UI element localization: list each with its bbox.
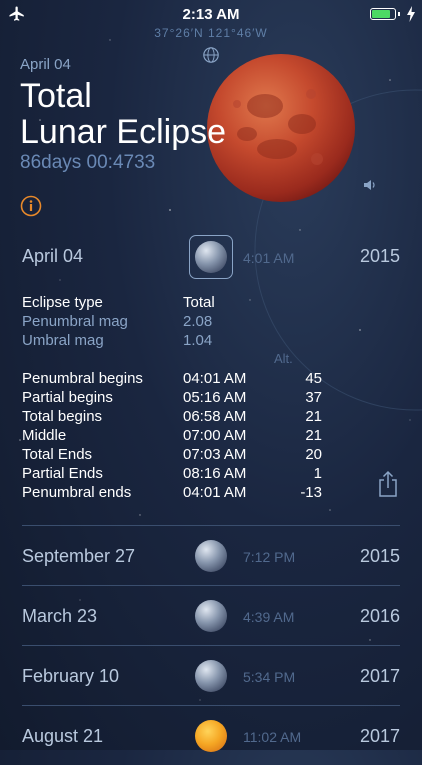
phase-row: Partial Ends 08:16 AM 1 (22, 465, 322, 482)
eclipse-title: Total Lunar Eclipse (20, 78, 226, 150)
list-item[interactable]: September 27 7:12 PM 2015 (22, 525, 400, 585)
list-item-date: September 27 (22, 546, 136, 566)
selected-year: 2015 (359, 246, 400, 266)
detail-eclipse-type: Eclipse type Total (22, 294, 215, 311)
speaker-icon[interactable] (362, 177, 378, 193)
phase-row: Middle 07:00 AM 21 (22, 427, 322, 444)
battery-icon (370, 8, 396, 20)
phase-row: Partial begins 05:16 AM 37 (22, 389, 322, 406)
status-bar: 2:13 AM (0, 0, 422, 28)
phase-row: Total Ends 07:03 AM 20 (22, 446, 322, 463)
list-item-time: 5:34 PM (243, 669, 296, 685)
detail-umbral-mag: Umbral mag 1.04 (22, 332, 213, 349)
list-item-date: March 23 (22, 606, 98, 626)
phase-table: Penumbral begins 04:01 AM 45 Partial beg… (22, 370, 402, 503)
list-item-date: August 21 (22, 726, 104, 746)
moon-icon (195, 540, 227, 572)
list-item[interactable]: March 23 4:39 AM 2016 (22, 585, 400, 645)
phase-row: Total begins 06:58 AM 21 (22, 408, 322, 425)
moon-icon (195, 241, 227, 273)
selected-date: April 04 (22, 246, 84, 266)
list-item[interactable]: February 10 5:34 PM 2017 (22, 645, 400, 705)
sun-icon (195, 720, 227, 752)
title-line-2: Lunar Eclipse (20, 113, 227, 151)
list-item-year: 2015 (359, 546, 400, 566)
eclipse-details: Eclipse type Total Penumbral mag 2.08 Um… (22, 294, 402, 503)
list-item-date: February 10 (22, 666, 120, 686)
eclipse-list: September 27 7:12 PM 2015 March 23 4:39 … (0, 525, 422, 765)
list-item-year: 2016 (359, 606, 400, 626)
countdown-timer: 86days 00:4733 (20, 152, 156, 173)
list-item[interactable]: August 21 11:02 AM 2017 (22, 705, 400, 765)
eclipse-date: April 04 (20, 56, 71, 73)
list-item-year: 2017 (359, 666, 400, 686)
phase-row: Penumbral ends 04:01 AM -13 (22, 484, 322, 501)
selected-moon-frame (189, 235, 233, 279)
selected-time: 4:01 AM (243, 250, 295, 266)
moon-icon (195, 660, 227, 692)
list-item-time: 11:02 AM (243, 729, 302, 745)
selected-eclipse-row[interactable]: April 04 4:01 AM 2015 (0, 232, 422, 282)
title-line-1: Total (20, 77, 92, 115)
list-item-year: 2017 (359, 726, 400, 746)
info-icon[interactable] (20, 195, 42, 217)
detail-penumbral-mag: Penumbral mag 2.08 (22, 313, 213, 330)
location-coordinates: 37°26′N 121°46′W (154, 26, 268, 40)
status-time: 2:13 AM (182, 6, 240, 23)
phase-row: Penumbral begins 04:01 AM 45 (22, 370, 322, 387)
battery-cap (398, 12, 400, 16)
moon-icon (195, 600, 227, 632)
altitude-header: Alt. (274, 351, 293, 366)
eclipse-moon-image (207, 54, 355, 202)
list-item-time: 7:12 PM (243, 549, 296, 565)
charging-bolt-icon (407, 6, 415, 22)
share-icon[interactable] (377, 470, 399, 498)
list-item-time: 4:39 AM (243, 609, 295, 625)
